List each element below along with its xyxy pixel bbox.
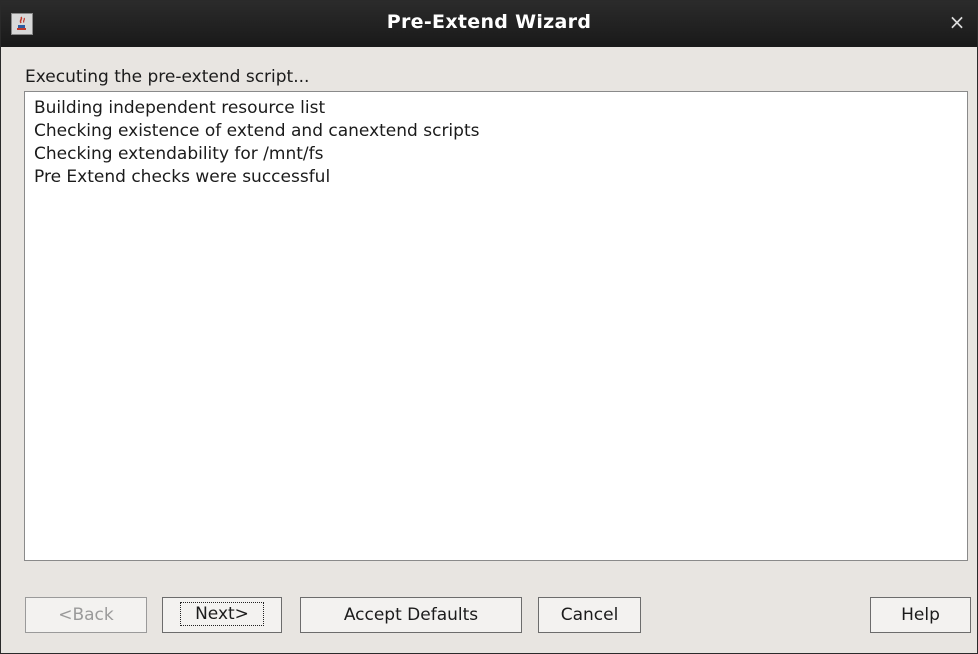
help-button-label: Help bbox=[901, 605, 940, 625]
wizard-window: Pre-Extend Wizard × Executing the pre-ex… bbox=[0, 0, 978, 654]
log-text-area[interactable]: Building independent resource list Check… bbox=[24, 91, 968, 561]
close-icon[interactable]: × bbox=[945, 10, 969, 34]
back-button-label: <Back bbox=[58, 605, 114, 625]
window-title: Pre-Extend Wizard bbox=[386, 11, 592, 33]
title-divider bbox=[1, 45, 977, 47]
status-label: Executing the pre-extend script... bbox=[25, 67, 310, 87]
log-line: Checking existence of extend and canexte… bbox=[34, 121, 480, 141]
accept-defaults-button[interactable]: Accept Defaults bbox=[300, 597, 522, 633]
back-button[interactable]: <Back bbox=[25, 597, 147, 633]
title-bar[interactable]: Pre-Extend Wizard × bbox=[1, 1, 977, 45]
log-line: Pre Extend checks were successful bbox=[34, 167, 331, 187]
accept-defaults-button-label: Accept Defaults bbox=[343, 605, 479, 625]
log-line: Building independent resource list bbox=[34, 98, 326, 118]
help-button[interactable]: Help bbox=[870, 597, 971, 633]
cancel-button-label: Cancel bbox=[560, 605, 619, 625]
log-line: Checking extendability for /mnt/fs bbox=[34, 144, 324, 164]
cancel-button[interactable]: Cancel bbox=[538, 597, 641, 633]
next-button[interactable]: Next> bbox=[162, 597, 282, 633]
next-button-label: Next> bbox=[180, 602, 264, 626]
